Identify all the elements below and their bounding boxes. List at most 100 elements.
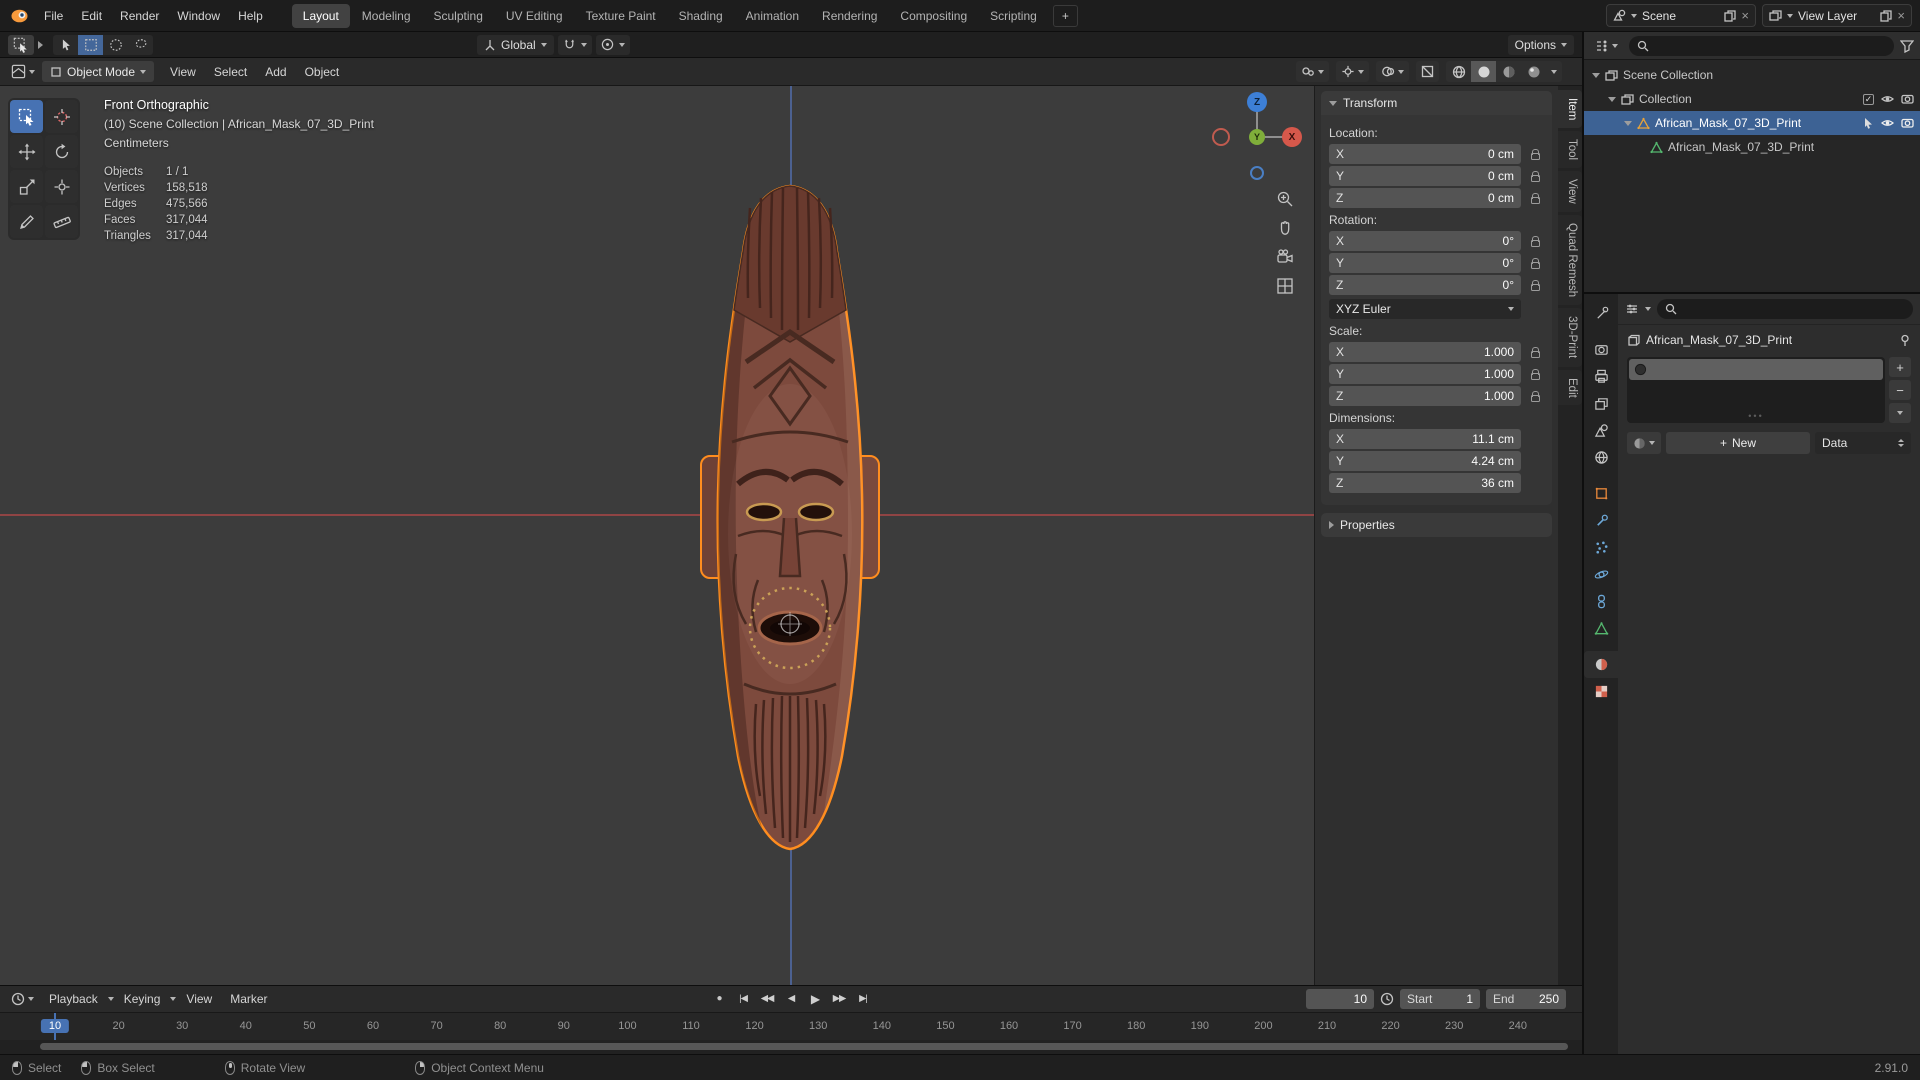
timeline-tick-240[interactable]: 240	[1509, 1020, 1527, 1032]
timeline-tick-150[interactable]: 150	[936, 1020, 954, 1032]
camera-view-icon[interactable]	[1276, 248, 1294, 266]
n-panel-tab-item[interactable]: Item	[1558, 90, 1582, 129]
workspace-tab-sculpting[interactable]: Sculpting	[423, 4, 494, 28]
pan-hand-icon[interactable]	[1276, 219, 1294, 237]
camera-render-icon[interactable]	[1901, 117, 1914, 129]
new-material-button[interactable]: + New	[1666, 432, 1810, 454]
lock-icon[interactable]	[1530, 192, 1540, 204]
breadcrumb-object-name[interactable]: African_Mask_07_3D_Print	[1646, 333, 1792, 347]
snap-toggle[interactable]	[557, 34, 592, 55]
tool-cursor[interactable]	[45, 100, 78, 133]
menu-help[interactable]: Help	[229, 5, 272, 27]
rotation-z-field[interactable]: Z 0°	[1329, 275, 1521, 295]
current-frame-field[interactable]: 10	[1306, 988, 1374, 1009]
use-preview-range-icon[interactable]	[1380, 992, 1394, 1006]
properties-tab-view-layer[interactable]	[1584, 390, 1618, 417]
shading-wireframe[interactable]	[1446, 61, 1471, 82]
dimensions-y-field[interactable]: Y 4.24 cm	[1329, 451, 1521, 471]
xray-toggle[interactable]	[1416, 61, 1439, 82]
mode-selector[interactable]: Object Mode	[42, 61, 155, 82]
menu-object[interactable]: Object	[297, 61, 348, 83]
outliner-editor-type-button[interactable]	[1590, 36, 1623, 56]
gizmo-x-neg-axis[interactable]	[1212, 128, 1230, 146]
expand-icon[interactable]	[1624, 120, 1632, 126]
rotation-mode-dropdown[interactable]: XYZ Euler	[1329, 299, 1521, 319]
timeline-tick-80[interactable]: 80	[494, 1020, 506, 1032]
view-layer-selector[interactable]: View Layer ×	[1762, 4, 1912, 27]
properties-panel-header[interactable]: Properties	[1321, 513, 1552, 537]
scale-y-field[interactable]: Y 1.000	[1329, 364, 1521, 384]
tool-transform[interactable]	[45, 170, 78, 203]
timeline-tick-60[interactable]: 60	[367, 1020, 379, 1032]
lock-icon[interactable]	[1530, 148, 1540, 160]
material-slot-list[interactable]: •••	[1627, 357, 1885, 423]
play-reverse-button[interactable]: ◀	[780, 989, 802, 1009]
timeline-tick-230[interactable]: 230	[1445, 1020, 1463, 1032]
eye-icon[interactable]	[1881, 117, 1894, 129]
mask-model[interactable]	[698, 184, 882, 851]
browse-material-button[interactable]	[1627, 432, 1661, 454]
shading-material[interactable]	[1496, 61, 1521, 82]
timeline-editor-type-button[interactable]	[6, 989, 39, 1009]
jump-to-end-button[interactable]: ▶|	[852, 989, 874, 1009]
material-link-dropdown[interactable]: Data	[1815, 432, 1911, 454]
timeline-tick-100[interactable]: 100	[618, 1020, 636, 1032]
prev-keyframe-button[interactable]: ◀◀	[756, 989, 778, 1009]
menu-edit[interactable]: Edit	[72, 5, 111, 27]
menu-timeline-view[interactable]: View	[178, 988, 220, 1010]
timeline-tick-110[interactable]: 110	[682, 1020, 700, 1032]
transform-orientation-dropdown[interactable]: Global	[477, 34, 554, 55]
timeline-tick-70[interactable]: 70	[430, 1020, 442, 1032]
tool-rotate[interactable]	[45, 135, 78, 168]
transform-panel-header[interactable]: Transform	[1321, 91, 1552, 115]
select-mode-tweak[interactable]	[53, 35, 78, 55]
outliner-search-input[interactable]	[1629, 35, 1894, 56]
n-panel-tab-edit[interactable]: Edit	[1558, 369, 1582, 406]
properties-tab-render[interactable]	[1584, 336, 1618, 363]
properties-tab-tool[interactable]	[1584, 300, 1618, 327]
properties-tab-object-data[interactable]	[1584, 615, 1618, 642]
timeline-tick-170[interactable]: 170	[1063, 1020, 1081, 1032]
menu-add[interactable]: Add	[257, 61, 294, 83]
gizmo-z-axis[interactable]: Z	[1247, 92, 1267, 112]
lock-icon[interactable]	[1530, 279, 1540, 291]
shading-solid[interactable]	[1471, 61, 1496, 82]
properties-tab-particles[interactable]	[1584, 534, 1618, 561]
timeline-scrollbar[interactable]	[40, 1043, 1568, 1051]
outliner-row-mask-meshdata[interactable]: African_Mask_07_3D_Print	[1584, 135, 1920, 159]
timeline-tick-50[interactable]: 50	[303, 1020, 315, 1032]
menu-window[interactable]: Window	[168, 5, 229, 27]
outliner-row-scene-collection[interactable]: Scene Collection	[1584, 63, 1920, 87]
gizmo-z-neg-axis[interactable]	[1250, 166, 1264, 180]
overlays-dropdown[interactable]	[1376, 61, 1409, 82]
tool-annotate[interactable]	[10, 205, 43, 238]
location-y-field[interactable]: Y0 cm	[1329, 166, 1521, 186]
timeline-tick-160[interactable]: 160	[1000, 1020, 1018, 1032]
menu-render[interactable]: Render	[111, 5, 168, 27]
properties-tab-object[interactable]	[1584, 480, 1618, 507]
timeline-tick-130[interactable]: 130	[809, 1020, 827, 1032]
location-x-field[interactable]: X0 cm	[1329, 144, 1521, 164]
n-panel-tab-view[interactable]: View	[1558, 171, 1582, 213]
proportional-edit-toggle[interactable]	[595, 34, 630, 55]
workspace-tab-modeling[interactable]: Modeling	[351, 4, 422, 28]
properties-search-input[interactable]	[1657, 299, 1913, 319]
material-slot[interactable]	[1629, 359, 1883, 380]
timeline-tick-40[interactable]: 40	[240, 1020, 252, 1032]
menu-playback[interactable]: Playback	[41, 988, 106, 1010]
tool-scale[interactable]	[10, 170, 43, 203]
viewport-canvas[interactable]: Front Orthographic (10) Scene Collection…	[0, 86, 1582, 985]
options-dropdown[interactable]: Options	[1507, 34, 1574, 55]
properties-tab-physics[interactable]	[1584, 561, 1618, 588]
remove-view-layer-icon[interactable]: ×	[1897, 9, 1905, 22]
tool-settings-expand-icon[interactable]	[38, 40, 43, 49]
timeline-tick-140[interactable]: 140	[873, 1020, 891, 1032]
properties-tab-material[interactable]	[1584, 651, 1618, 678]
new-view-layer-icon[interactable]	[1880, 9, 1893, 22]
properties-editor-icon[interactable]	[1625, 302, 1639, 316]
lock-icon[interactable]	[1530, 257, 1540, 269]
outliner-row-collection[interactable]: Collection ✓	[1584, 87, 1920, 111]
n-panel-tab-quad-remesh[interactable]: Quad Remesh	[1558, 215, 1582, 306]
nav-gizmo[interactable]: Z Y X	[1212, 92, 1302, 182]
tool-select-box[interactable]	[10, 100, 43, 133]
